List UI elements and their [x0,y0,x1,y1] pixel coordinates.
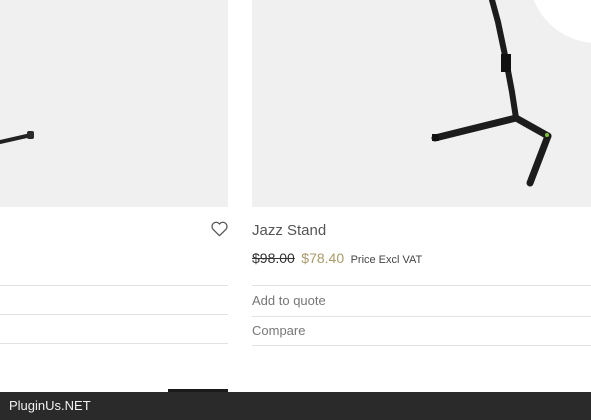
divider [252,285,591,286]
product-title[interactable]: Jazz Stand [252,222,326,239]
divider [252,345,591,346]
vat-note: Price Excl VAT [350,254,423,266]
price-row: $98.00 $78.40 Price Excl VAT [252,250,422,268]
wishlist-heart-icon[interactable] [211,221,228,237]
product-image-left[interactable] [0,0,228,207]
divider [0,285,228,286]
divider [0,343,228,344]
product-image-jazz-stand[interactable] [252,0,591,207]
jazz-stand-image [431,0,591,187]
stand-product-image [0,131,34,144]
original-price: $98.00 [252,250,295,266]
divider [0,314,228,315]
footer-brand-bar: PluginUs.NET [0,392,591,420]
compare-link[interactable]: Compare [252,323,305,338]
add-to-quote-link[interactable]: Add to quote [252,293,326,308]
divider [252,316,591,317]
footer-brand-label[interactable]: PluginUs.NET [9,398,91,413]
sale-price: $78.40 [301,250,345,266]
